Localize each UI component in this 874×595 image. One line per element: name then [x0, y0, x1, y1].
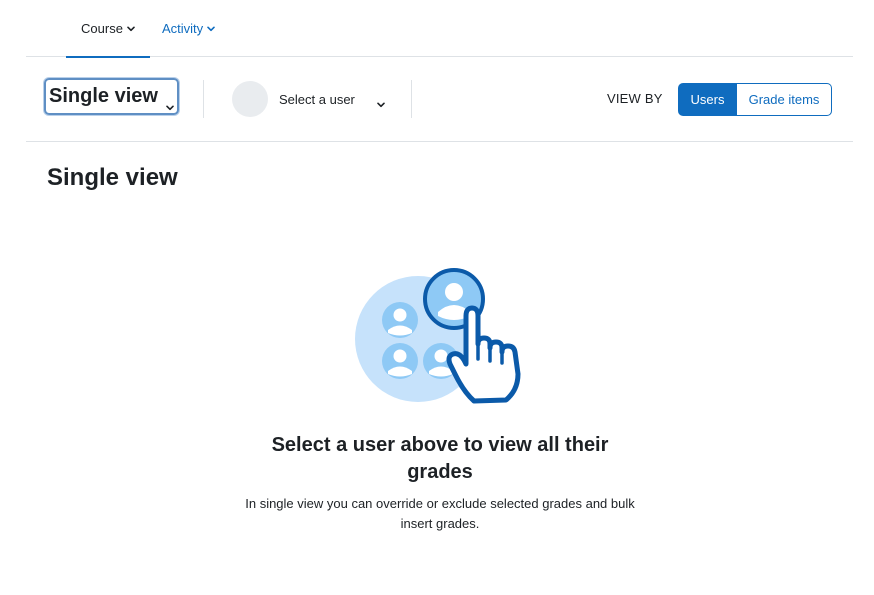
- avatar: [232, 81, 268, 117]
- report-type-label: Single view: [49, 85, 158, 107]
- select-user-pointer-icon: [354, 264, 526, 408]
- tab-activity[interactable]: Activity: [162, 0, 215, 57]
- empty-state-description: In single view you can override or exclu…: [245, 496, 635, 531]
- chevron-down-icon: [166, 94, 174, 117]
- toolbar-divider: [411, 80, 412, 118]
- empty-state-heading: Select a user above to view all their gr…: [271, 434, 609, 483]
- chevron-down-icon: [377, 95, 385, 113]
- page-title: Single view: [47, 164, 178, 191]
- tab-course[interactable]: Course: [66, 0, 150, 58]
- user-selector[interactable]: Select a user: [232, 81, 388, 117]
- chevron-down-icon: [127, 26, 135, 32]
- toolbar-divider: [203, 80, 204, 118]
- view-by-label: VIEW BY: [607, 91, 663, 106]
- view-by-users-button[interactable]: Users: [678, 83, 737, 116]
- view-by-toggle: Users Grade items: [678, 83, 832, 116]
- tab-course-label: Course: [81, 21, 123, 36]
- report-type-selector[interactable]: Single view: [44, 78, 179, 115]
- view-by-grade-items-button[interactable]: Grade items: [737, 83, 832, 116]
- grade-report-toolbar: Single view Select a user VIEW BY Users …: [26, 57, 853, 142]
- tab-activity-label: Activity: [162, 21, 204, 36]
- chevron-down-icon: [207, 26, 215, 32]
- secondary-navigation: Course Activity: [26, 0, 853, 58]
- user-selector-label: Select a user: [279, 91, 355, 107]
